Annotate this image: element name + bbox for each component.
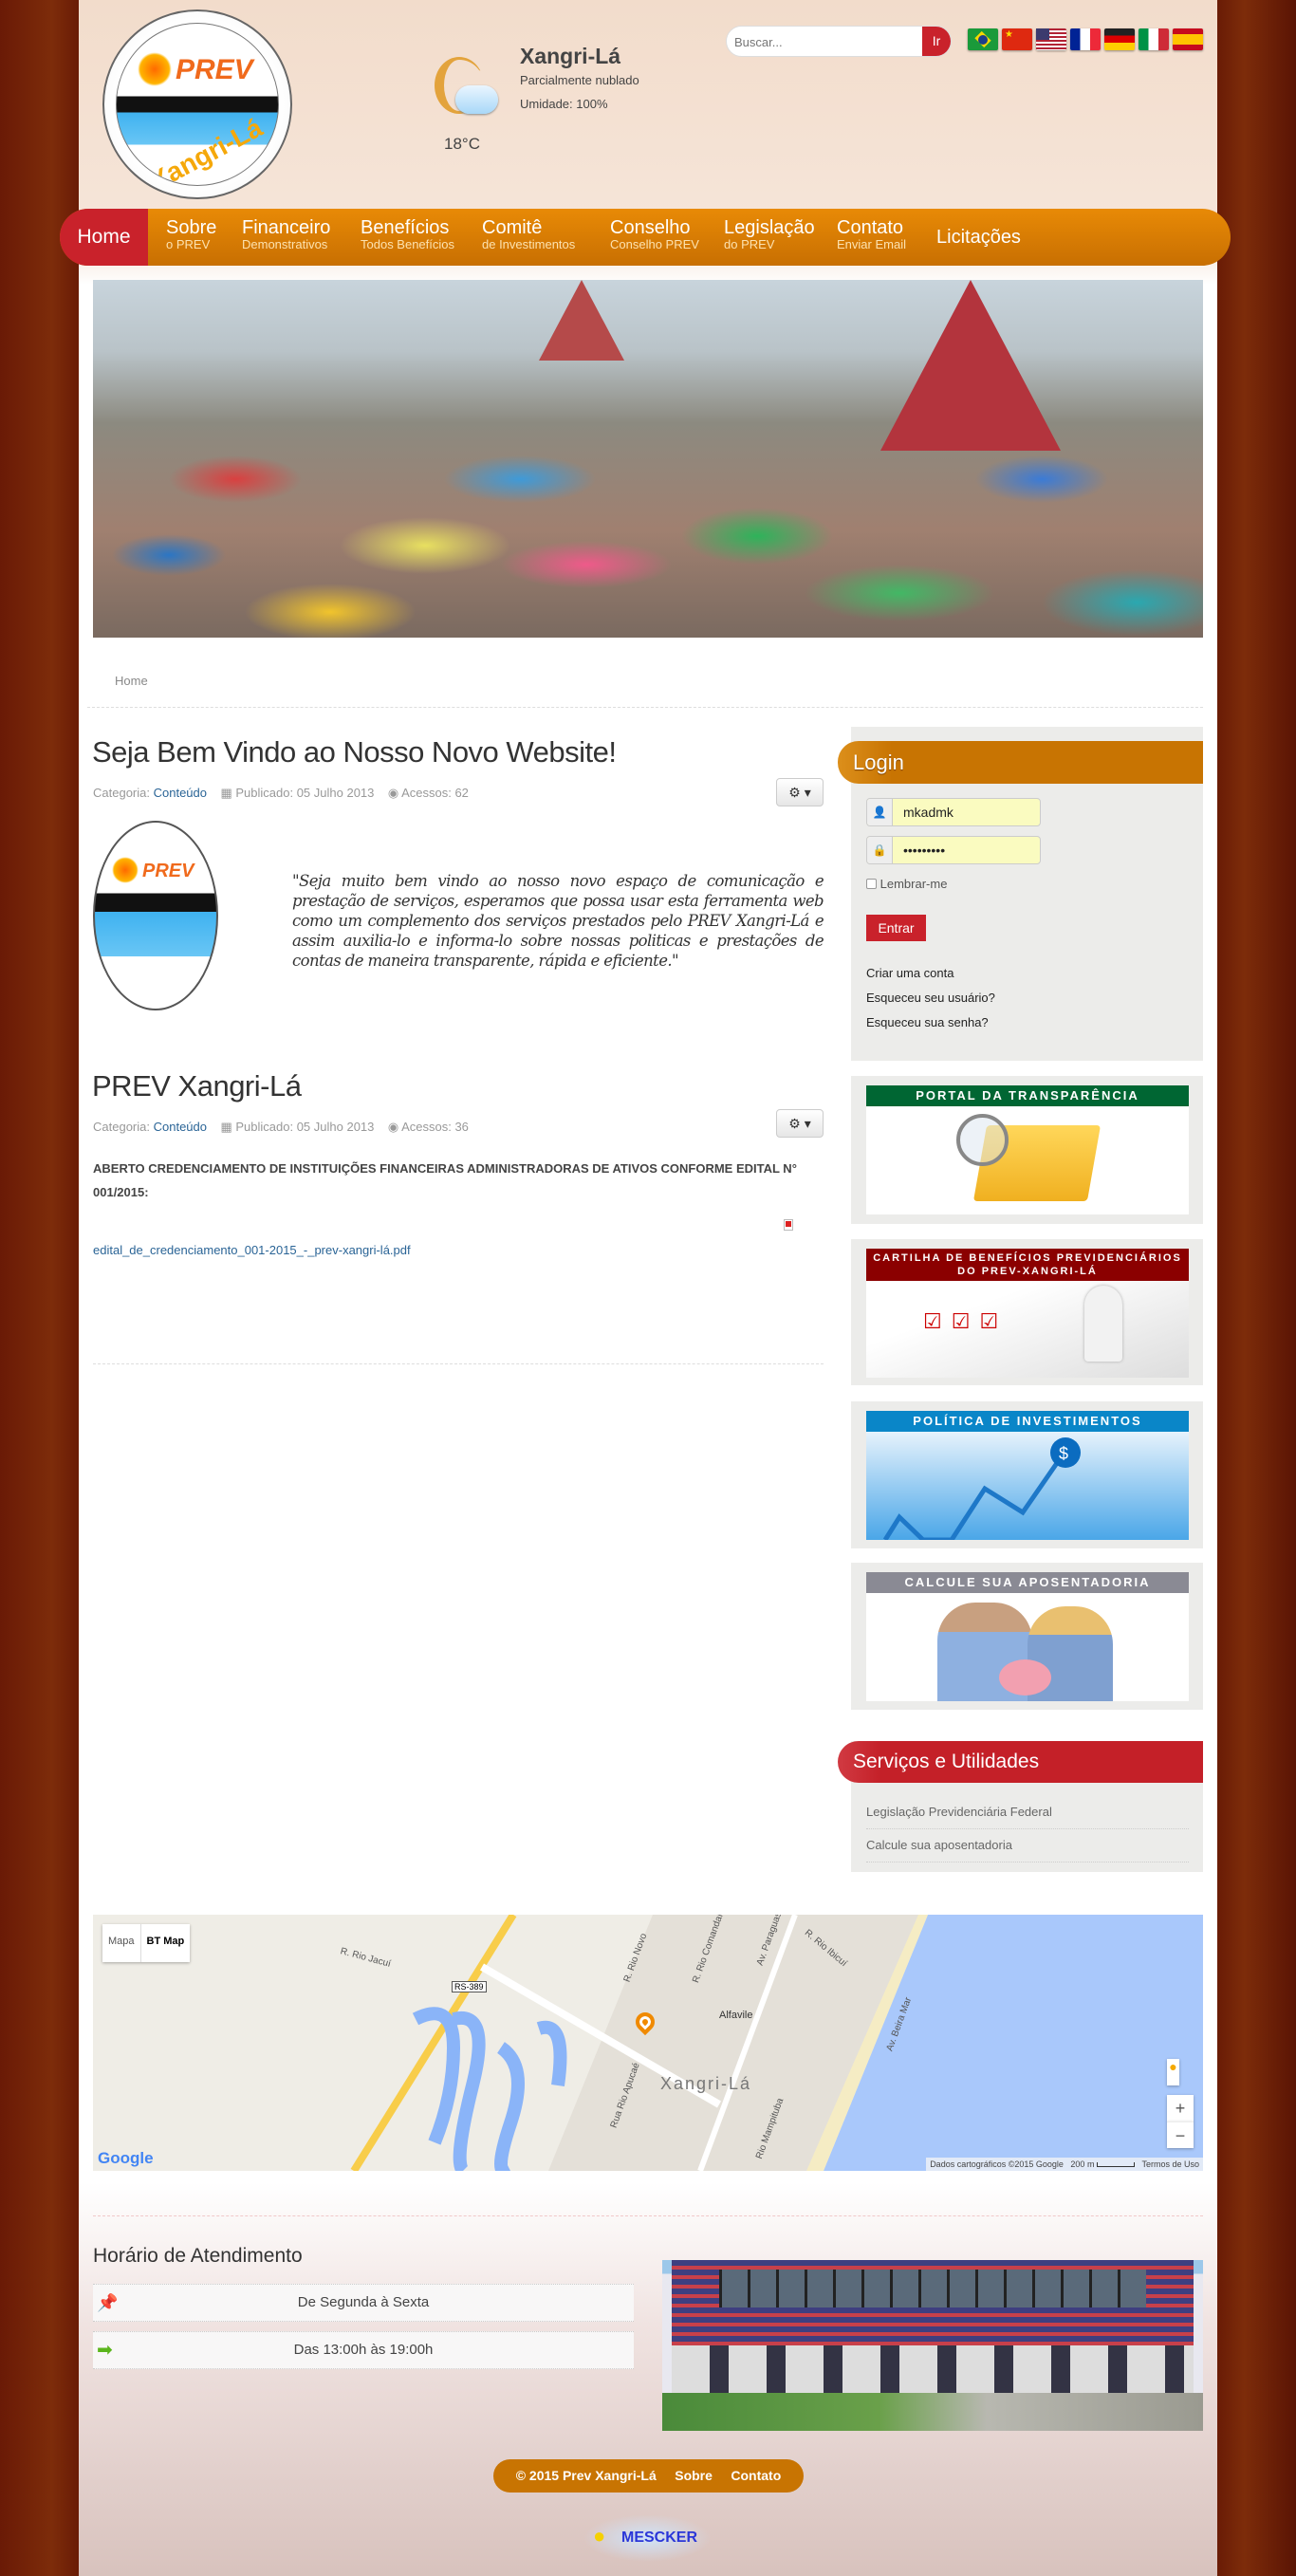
google-map[interactable]: Mapa BT Map R. Rio Jacuí RS-389 R. Rio N…	[93, 1915, 1203, 2171]
banner-benefits-booklet[interactable]: CARTILHA DE BENEFÍCIOS PREVIDENCIÁRIOS D…	[851, 1239, 1203, 1385]
nav-licitacoes[interactable]: Licitações	[936, 228, 1021, 247]
map-attribution: Dados cartográficos ©2015 Google 200 m T…	[926, 2158, 1203, 2171]
services-header: Serviços e Utilidades	[838, 1741, 1203, 1783]
map-type-control: Mapa BT Map	[102, 1924, 191, 1962]
banner-retirement-calculator[interactable]: CALCULE SUA APOSENTADORIA	[851, 1563, 1203, 1710]
article-body: ABERTO CREDENCIAMENTO DE INSTITUIÇÕES FI…	[93, 1161, 797, 1199]
search-input[interactable]	[734, 30, 915, 53]
article-logo-image: PREV	[93, 821, 218, 1010]
breadcrumb[interactable]: Home	[115, 674, 148, 688]
flag-spain-icon[interactable]	[1173, 28, 1203, 50]
nav-home[interactable]: Home	[60, 209, 148, 266]
footer-bar: © 2015 Prev Xangri-Lá Sobre Contato	[493, 2459, 804, 2493]
checklist-image: ☑☑☑	[866, 1281, 1189, 1378]
remember-me-checkbox[interactable]: Lembrar-me	[866, 877, 947, 891]
flag-usa-icon[interactable]	[1036, 28, 1066, 50]
category-link[interactable]: Conteúdo	[154, 786, 207, 800]
hero-beach-image	[93, 280, 1203, 638]
article-title[interactable]: PREV Xangri-Lá	[92, 1069, 302, 1103]
article-tools-gear-button[interactable]: ⚙ ▾	[776, 1109, 824, 1138]
hours-row-time: ➡ Das 13:00h às 19:00h	[93, 2331, 634, 2369]
main-nav: Home Sobre o PREV Financeiro Demonstrativo…	[60, 209, 1231, 266]
couple-piggybank-image	[866, 1593, 1189, 1701]
flag-france-icon[interactable]	[1070, 28, 1101, 50]
nav-conselho[interactable]: Conselho Conselho PREV	[610, 218, 699, 252]
svg-text:$: $	[1059, 1444, 1068, 1463]
folder-magnifier-image	[866, 1106, 1189, 1214]
eye-icon: ◉	[387, 786, 399, 800]
divider	[87, 707, 1203, 708]
search-button[interactable]: Ir	[922, 27, 951, 56]
divider	[93, 1363, 824, 1364]
services-module: Serviços e Utilidades Legislação Previde…	[838, 1741, 1203, 1872]
site-logo[interactable]: PREV Xangri-Lá	[102, 9, 292, 199]
article-body: "Seja muito bem vindo ao nosso novo espa…	[292, 872, 824, 970]
zoom-in-button[interactable]: +	[1167, 2095, 1194, 2122]
divider	[93, 2215, 1203, 2216]
map-terms-link[interactable]: Termos de Uso	[1141, 2159, 1199, 2169]
calendar-icon: ▦	[220, 1120, 232, 1134]
username-field[interactable]: 👤 mkadmk	[866, 798, 1041, 826]
login-header: Login	[838, 741, 1203, 784]
banner-investment-policy[interactable]: POLÍTICA DE INVESTIMENTOS $	[851, 1401, 1203, 1548]
nav-beneficios[interactable]: Benefícios Todos Benefícios	[361, 218, 454, 252]
category-link[interactable]: Conteúdo	[154, 1120, 207, 1134]
lock-icon: 🔒	[867, 837, 893, 863]
article-tools-gear-button[interactable]: ⚙ ▾	[776, 778, 824, 806]
map-type-mapa[interactable]: Mapa	[102, 1924, 141, 1962]
mescker-logo[interactable]: ● MESCKER	[583, 2514, 712, 2562]
nav-comite[interactable]: Comitê de Investimentos	[482, 218, 575, 252]
flag-china-icon[interactable]: ★	[1002, 28, 1032, 50]
partly-cloudy-night-icon	[435, 57, 501, 123]
create-account-link[interactable]: Criar uma conta	[866, 966, 953, 980]
sun-icon	[138, 52, 172, 86]
flag-brazil-icon[interactable]	[968, 28, 998, 50]
hours-row-days: 📌 De Segunda à Sexta	[93, 2284, 634, 2322]
map-type-btmap[interactable]: BT Map	[141, 1924, 191, 1962]
investment-chart-image: $	[866, 1432, 1189, 1540]
office-building-image	[662, 2260, 1203, 2431]
nav-sobre[interactable]: Sobre o PREV	[166, 218, 216, 252]
forgot-password-link[interactable]: Esqueceu sua senha?	[866, 1015, 989, 1029]
pushpin-icon: 📌	[97, 2293, 119, 2312]
nav-financeiro[interactable]: Financeiro Demonstrativos	[242, 218, 330, 252]
calendar-icon: ▦	[220, 786, 232, 800]
services-item[interactable]: Legislação Previdenciária Federal	[866, 1805, 1189, 1829]
nav-legislacao[interactable]: Legislação do PREV	[724, 218, 815, 252]
green-arrow-icon: ➡	[97, 2340, 113, 2361]
weather-widget: Xangri-Lá Parcialmente nublado Umidade: …	[432, 44, 659, 161]
login-submit-button[interactable]: Entrar	[866, 915, 926, 941]
flag-italy-icon[interactable]	[1139, 28, 1169, 50]
street-view-pegman-icon[interactable]: ●	[1167, 2059, 1179, 2085]
login-module: Login 👤 mkadmk 🔒 ••••••••• Lembrar-me Entr…	[838, 727, 1203, 1061]
pdf-icon	[784, 1219, 793, 1231]
pdf-attachment-link[interactable]: edital_de_credenciamento_001-2015_-_prev…	[93, 1243, 411, 1257]
google-logo: Google	[98, 2149, 154, 2167]
article-meta: Categoria: Conteúdo ▦ Publicado: 05 Julh…	[93, 786, 469, 800]
flag-germany-icon[interactable]	[1104, 28, 1135, 50]
article-title[interactable]: Seja Bem Vindo ao Nosso Novo Website!	[92, 735, 617, 769]
banner-transparency[interactable]: PORTAL DA TRANSPARÊNCIA	[851, 1076, 1203, 1224]
search-form: Ir	[726, 26, 952, 57]
hours-title: Horário de Atendimento	[93, 2245, 303, 2267]
eye-icon: ◉	[387, 1120, 399, 1134]
map-canvas	[350, 1915, 1203, 2171]
article-meta: Categoria: Conteúdo ▦ Publicado: 05 Julh…	[93, 1120, 469, 1134]
user-icon: 👤	[867, 799, 893, 825]
footer-link-contato[interactable]: Contato	[731, 2468, 781, 2483]
forgot-username-link[interactable]: Esqueceu seu usuário?	[866, 991, 995, 1005]
zoom-out-button[interactable]: −	[1167, 2122, 1194, 2148]
services-item[interactable]: Calcule sua aposentadoria	[866, 1838, 1189, 1863]
gear-icon: ⚙	[788, 1116, 801, 1131]
nav-contato[interactable]: Contato Enviar Email	[837, 218, 906, 252]
gear-icon: ⚙	[788, 785, 801, 800]
footer-link-sobre[interactable]: Sobre	[675, 2468, 713, 2483]
password-field[interactable]: 🔒 •••••••••	[866, 836, 1041, 864]
